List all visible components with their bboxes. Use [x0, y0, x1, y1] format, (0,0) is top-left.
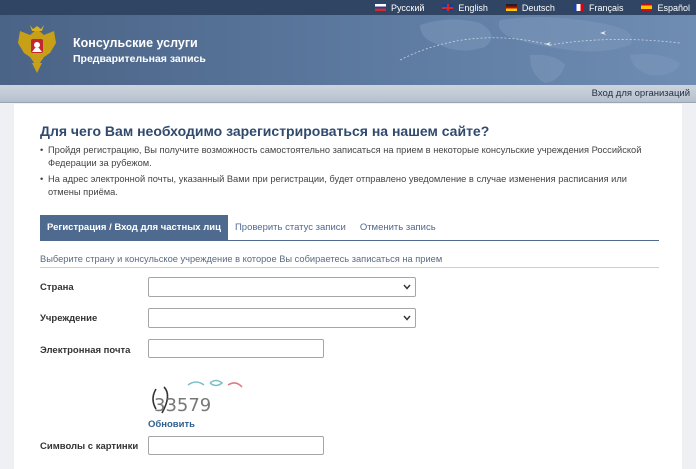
info-list: Пройдя регистрацию, Вы получите возможно…	[40, 144, 650, 202]
language-label: Русский	[390, 2, 425, 13]
language-de[interactable]: Deutsch	[505, 2, 555, 13]
chevron-down-icon	[403, 284, 411, 290]
language-en[interactable]: English	[442, 3, 488, 13]
language-label: Deutsch	[521, 2, 555, 13]
tab-cancel-appointment[interactable]: Отменить запись	[353, 215, 443, 240]
institution-select[interactable]	[148, 308, 416, 328]
captcha-symbols-label: Символы с картинки	[40, 441, 139, 452]
site-header: Консульские услуги Предварительная запис…	[0, 15, 696, 85]
language-bar: Русский English Deutsch Français Español	[0, 0, 696, 15]
captcha-text: 33579	[154, 395, 211, 416]
language-ru[interactable]: Русский	[374, 2, 425, 13]
page-heading: Для чего Вам необходимо зарегистрировать…	[40, 123, 490, 139]
captcha-refresh-link[interactable]: Обновить	[148, 419, 195, 430]
es-flag-icon	[641, 4, 653, 11]
language-label: English	[458, 2, 488, 13]
world-map-decoration	[399, 17, 681, 83]
language-label: Français	[588, 2, 624, 13]
language-fr[interactable]: Français	[572, 2, 624, 13]
chevron-down-icon	[403, 315, 411, 321]
tab-registration-login[interactable]: Регистрация / Вход для частных лиц	[40, 215, 228, 240]
tab-check-status[interactable]: Проверить статус записи	[228, 215, 353, 240]
coat-of-arms-icon	[18, 25, 56, 73]
organization-login-link[interactable]: Вход для организаций	[592, 88, 690, 99]
main-content: Для чего Вам необходимо зарегистрировать…	[14, 104, 682, 469]
captcha-image: 33579	[152, 379, 243, 416]
fr-flag-icon	[572, 4, 584, 11]
info-list-item: На адрес электронной почты, указанный Ва…	[40, 173, 650, 199]
ru-flag-icon	[374, 4, 386, 11]
language-es[interactable]: Español	[641, 3, 690, 13]
site-title: Консульские услуги	[73, 36, 198, 50]
form-instruction: Выберите страну и консульское учреждение…	[40, 254, 659, 268]
organization-bar: Вход для организаций	[0, 85, 696, 103]
institution-label: Учреждение	[40, 313, 98, 324]
uk-flag-icon	[442, 4, 454, 11]
country-label: Страна	[40, 282, 74, 293]
language-label: Español	[657, 2, 690, 13]
de-flag-icon	[505, 4, 517, 11]
site-subtitle: Предварительная запись	[73, 53, 206, 65]
info-list-item: Пройдя регистрацию, Вы получите возможно…	[40, 144, 650, 170]
tab-bar: Регистрация / Вход для частных лиц Прове…	[40, 215, 659, 241]
email-label: Электронная почта	[40, 345, 131, 356]
country-select[interactable]	[148, 277, 416, 297]
email-field[interactable]	[148, 339, 324, 358]
captcha-symbols-field[interactable]	[148, 436, 324, 455]
